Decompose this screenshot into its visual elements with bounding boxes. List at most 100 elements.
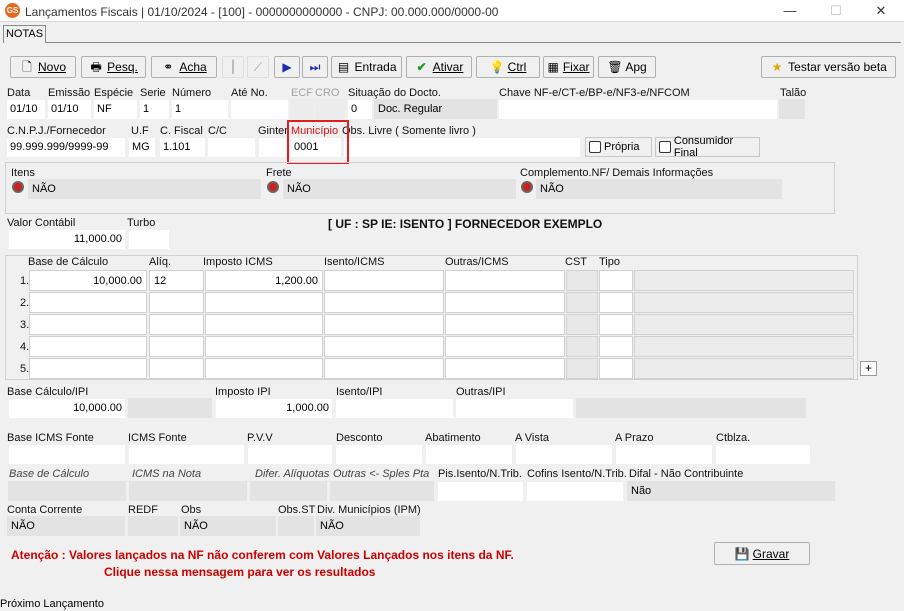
isento-icms-cell[interactable] [324,314,444,335]
situacao-code-field[interactable]: 0 [347,99,373,119]
tipo-cell[interactable] [599,270,633,291]
next-button[interactable]: ▶ [274,56,300,78]
emissao-field[interactable]: 01/10 [47,99,92,119]
outras-ipi-field[interactable] [455,398,574,418]
imposto-icms-cell[interactable] [205,292,323,313]
label-serie: Serie [140,87,166,99]
aliq-cell[interactable] [149,314,204,335]
extra-cell [634,358,854,379]
complemento-radio-icon[interactable] [521,181,533,193]
cst-cell[interactable] [566,358,598,379]
outras-icms-cell[interactable] [445,270,565,291]
pis-isento-field[interactable] [437,481,524,501]
imposto-icms-cell[interactable] [205,358,323,379]
close-button[interactable]: ✕ [873,3,889,19]
imposto-icms-cell[interactable] [205,314,323,335]
tipo-cell[interactable] [599,336,633,357]
desconto-field[interactable] [335,444,423,464]
previous-record-icon: ⟋ [253,60,263,74]
base-calculo-cell[interactable] [29,336,147,357]
warning-link[interactable]: Clique nessa mensagem para ver os result… [104,565,375,579]
cc-field[interactable] [207,137,256,157]
outras-icms-cell[interactable] [445,292,565,313]
valor-contabil-field[interactable]: 11,000.00 [8,229,126,249]
tipo-cell[interactable] [599,314,633,335]
imposto-icms-cell[interactable] [205,336,323,357]
pesq-button[interactable]: 🖶 Pesq. [81,56,146,78]
base-icms-fonte-field[interactable] [8,444,126,464]
propria-checkbox[interactable]: Própria [585,137,652,157]
cnpj-field[interactable]: 99.999.999/9999-99 [6,137,126,157]
data-field[interactable]: 01/10 [6,99,46,119]
outras-icms-cell[interactable] [445,336,565,357]
cst-cell[interactable] [566,336,598,357]
cst-cell[interactable] [566,270,598,291]
cst-cell[interactable] [566,314,598,335]
isento-icms-cell[interactable] [324,270,444,291]
turbo-field[interactable] [128,229,170,249]
previous-button[interactable]: ⟋ [247,56,269,78]
tipo-cell[interactable] [599,292,633,313]
cst-cell[interactable] [566,292,598,313]
last-button[interactable]: ⏭ [302,56,328,78]
entrada-button[interactable]: ▤ Entrada [331,56,402,78]
situacao-desc-field: Doc. Regular [374,99,497,119]
consumidor-final-checkbox[interactable]: Consumidor Final [655,135,760,159]
tab-notas[interactable]: NOTAS [3,25,46,43]
tipo-cell[interactable] [599,358,633,379]
row-number: 2. [20,297,30,309]
outras-icms-cell[interactable] [445,358,565,379]
serie-field[interactable]: 1 [139,99,170,119]
gravar-button[interactable]: 💾 Gravar [714,542,810,565]
base-calculo-cell[interactable]: 10,000.00 [29,270,147,291]
frete-radio-icon[interactable] [267,181,279,193]
save-icon: 💾 [734,546,750,561]
ginter-field[interactable] [258,137,288,157]
pvv-field[interactable] [247,444,333,464]
beta-button[interactable]: ★ Testar versão beta [761,56,896,78]
novo-button[interactable]: 🗋 Novo [10,56,76,78]
base-calculo-cell[interactable] [29,292,147,313]
especie-field[interactable]: NF [93,99,138,119]
aliq-cell[interactable]: 12 [149,270,204,291]
add-row-button[interactable]: + [860,361,877,376]
ctblza-field[interactable] [715,444,811,464]
numero-field[interactable]: 1 [171,99,229,119]
isento-icms-cell[interactable] [324,358,444,379]
cofins-isento-field[interactable] [526,481,624,501]
entrada-label: Entrada [354,60,397,74]
ctrl-button[interactable]: 💡 Ctrl [476,56,540,78]
aliq-cell[interactable] [149,358,204,379]
uf-field[interactable]: MG [128,137,156,157]
imposto-icms-cell[interactable]: 1,200.00 [205,270,323,291]
isento-ipi-field[interactable] [335,398,454,418]
cfiscal-field[interactable]: 1.101 [159,137,206,157]
base-ipi-field[interactable]: 10,000.00 [8,398,126,418]
obs-livre-field[interactable] [343,137,581,157]
chave-field[interactable] [498,99,778,119]
ate-no-field[interactable] [230,99,289,119]
a-vista-field[interactable] [515,444,613,464]
warning-message[interactable]: Atenção : Valores lançados na NF não con… [11,548,514,562]
base-calculo-cell[interactable] [29,358,147,379]
imposto-ipi-field[interactable]: 1,000.00 [215,398,333,418]
first-button[interactable]: ⎮ [222,56,244,78]
base-calculo-cell[interactable] [29,314,147,335]
isento-icms-cell[interactable] [324,292,444,313]
fixar-button[interactable]: ▦ Fixar [543,56,594,78]
a-prazo-field[interactable] [615,444,713,464]
itens-radio-icon[interactable] [12,181,24,193]
binoculars-icon: ⚭ [163,60,174,74]
aliq-cell[interactable] [149,292,204,313]
ativar-button[interactable]: ✔ Ativar [406,56,472,78]
apg-button[interactable]: 🗑 Apg [598,56,656,78]
isento-icms-cell[interactable] [324,336,444,357]
aliq-cell[interactable] [149,336,204,357]
supplier-info: [ UF : SP IE: ISENTO ] FORNECEDOR EXEMPL… [328,217,603,231]
acha-button[interactable]: ⚭ Acha [151,56,217,78]
icms-fonte-field[interactable] [128,444,245,464]
outras-icms-cell[interactable] [445,314,565,335]
maximize-button[interactable]: ☐ [828,3,844,19]
minimize-button[interactable]: — [782,3,798,19]
abatimento-field[interactable] [425,444,513,464]
